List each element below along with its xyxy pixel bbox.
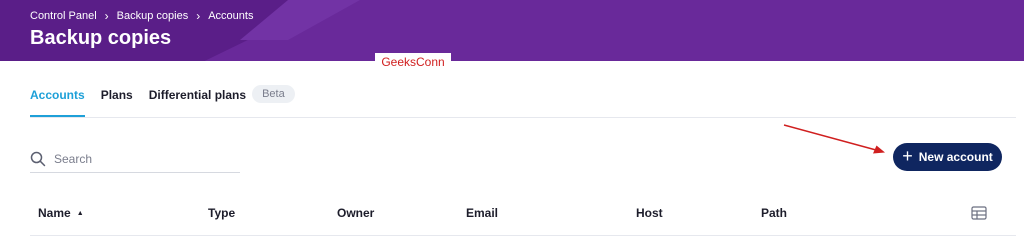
breadcrumb-accounts[interactable]: Accounts xyxy=(208,10,253,22)
tab-accounts[interactable]: Accounts xyxy=(30,84,85,118)
chevron-right-icon: › xyxy=(104,9,109,23)
column-header-type[interactable]: Type xyxy=(208,206,235,220)
column-header-owner[interactable]: Owner xyxy=(337,206,374,220)
tab-plans[interactable]: Plans xyxy=(101,84,133,118)
column-header-name[interactable]: Name ▲ xyxy=(38,206,84,220)
watermark-label: GeeksConn xyxy=(375,53,451,71)
chevron-right-icon: › xyxy=(196,9,201,23)
new-account-label: New account xyxy=(918,150,993,164)
search-icon xyxy=(30,151,46,167)
tabs-divider xyxy=(30,117,1016,118)
column-header-host[interactable]: Host xyxy=(636,206,663,220)
plus-icon: + xyxy=(902,146,913,166)
breadcrumb-control-panel[interactable]: Control Panel xyxy=(30,10,97,22)
tab-differential-plans[interactable]: Differential plans xyxy=(149,84,246,118)
search-box xyxy=(30,146,240,173)
sort-ascending-icon: ▲ xyxy=(76,210,84,217)
column-header-path[interactable]: Path xyxy=(761,206,787,220)
page-header: Control Panel › Backup copies › Accounts… xyxy=(0,0,1024,61)
new-account-button[interactable]: + New account xyxy=(893,143,1002,171)
tab-bar: Accounts Plans Differential plans Beta xyxy=(30,84,295,118)
column-header-email[interactable]: Email xyxy=(466,206,498,220)
breadcrumb-backup-copies[interactable]: Backup copies xyxy=(117,10,189,22)
breadcrumb: Control Panel › Backup copies › Accounts xyxy=(30,9,253,23)
search-input[interactable] xyxy=(54,152,224,166)
table-columns-icon[interactable] xyxy=(971,206,987,220)
table-header-row: Name ▲ Type Owner Email Host Path xyxy=(30,200,1016,236)
beta-badge: Beta xyxy=(252,85,295,103)
page-title: Backup copies xyxy=(30,27,172,49)
